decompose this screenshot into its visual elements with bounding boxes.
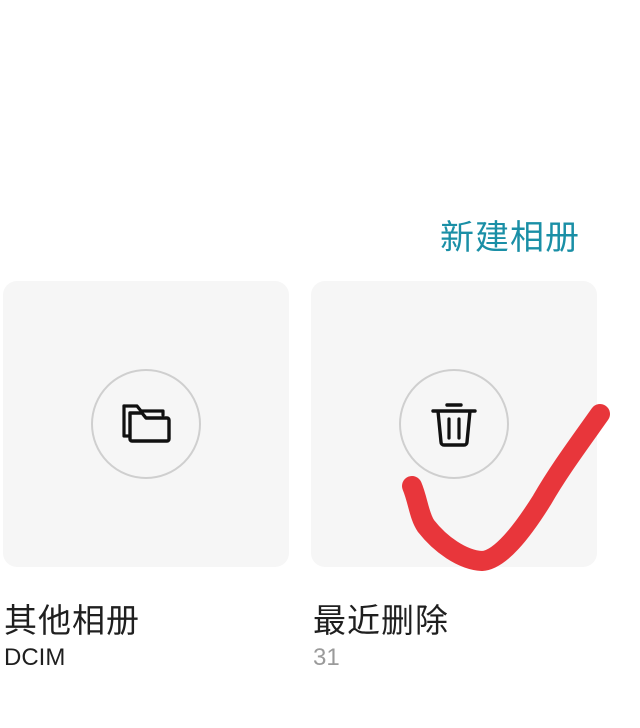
- folder-icon: [122, 404, 171, 443]
- album-icon-circle: [399, 369, 509, 479]
- album-subtitle: DCIM: [4, 644, 66, 671]
- album-card-recently-deleted[interactable]: [311, 281, 597, 567]
- album-card-other[interactable]: [3, 281, 289, 567]
- album-title[interactable]: 最近删除: [313, 594, 449, 642]
- album-title[interactable]: 其他相册: [4, 594, 140, 642]
- album-icon-circle: [91, 369, 201, 479]
- trash-icon: [431, 403, 477, 447]
- album-count: 31: [313, 644, 340, 671]
- new-album-button[interactable]: 新建相册: [440, 210, 580, 259]
- albums-page: 新建相册 其他相册 DCIM 最近删除 31: [0, 0, 640, 728]
